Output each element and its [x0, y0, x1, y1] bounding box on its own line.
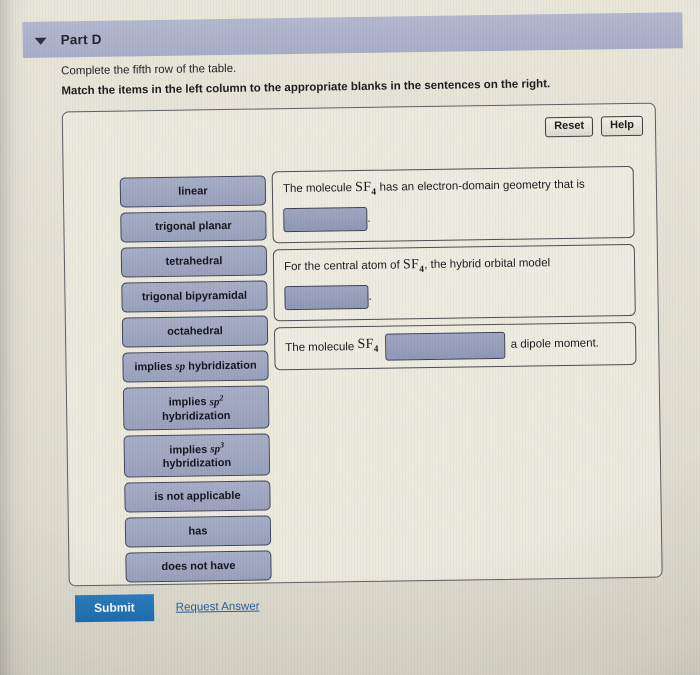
drag-item-trigonal-bipyramidal[interactable]: trigonal bipyramidal	[121, 280, 268, 313]
reset-button[interactable]: Reset	[545, 116, 594, 138]
sentence-1-text-before: The molecule	[282, 182, 353, 196]
instruction-line-1: Complete the fifth row of the table.	[61, 62, 237, 78]
sentence-2-text-before: For the central atom of	[283, 259, 400, 273]
footer-actions: Submit Request Answer	[74, 593, 260, 623]
drag-item-does-not-have[interactable]: does not have	[125, 550, 272, 583]
drop-zone-1[interactable]	[283, 206, 368, 232]
sentence-2: For the central atom of SF4, the hybrid …	[272, 243, 636, 321]
sentence-1-text-after: has an electron-domain geometry that is	[379, 178, 585, 194]
drag-item-trigonal-planar[interactable]: trigonal planar	[120, 210, 267, 243]
sentence-3-text-after: a dipole moment.	[510, 337, 600, 351]
drag-item-is-not-applicable[interactable]: is not applicable	[124, 480, 271, 513]
sentence-1: The molecule SF4 has an electron-domain …	[271, 165, 635, 244]
page-title: Part D	[60, 31, 102, 47]
sentence-3-text-before: The molecule	[285, 340, 355, 354]
sentence-2-formula: SF4	[402, 256, 425, 275]
help-button[interactable]: Help	[601, 115, 644, 137]
request-answer-link[interactable]: Request Answer	[176, 600, 260, 613]
instruction-line-2: Match the items in the left column to th…	[61, 78, 551, 98]
sentence-1-period: .	[367, 210, 371, 225]
drag-item-has[interactable]: has	[124, 515, 272, 548]
sentence-2-blank-row: .	[284, 281, 624, 310]
sentence-2-period: .	[368, 288, 372, 303]
submit-button[interactable]: Submit	[74, 594, 154, 623]
answer-panel: Reset Help linear trigonal planar tetrah…	[61, 102, 663, 587]
triangle-down-icon[interactable]	[34, 37, 47, 45]
sentence-3-formula: SF4	[357, 336, 379, 355]
sentence-1-blank-row: .	[283, 203, 623, 232]
drag-item-column: linear trigonal planar tetrahedral trigo…	[119, 175, 272, 583]
drag-item-implies-sp2-hybridization[interactable]: implies sp2 hybridization	[122, 385, 270, 431]
sentence-3: The molecule SF4 a dipole moment.	[273, 321, 637, 370]
assignment-page: Part D Complete the fifth row of the tab…	[22, 0, 700, 675]
part-header-bar[interactable]: Part D	[22, 12, 683, 58]
drag-item-implies-sp-hybridization[interactable]: implies sp hybridization	[122, 350, 269, 383]
sentence-column: The molecule SF4 has an electron-domain …	[271, 165, 637, 370]
drag-item-tetrahedral[interactable]: tetrahedral	[120, 245, 268, 278]
drop-zone-2[interactable]	[284, 284, 369, 310]
sentence-2-text-after: , the hybrid orbital model	[424, 256, 551, 271]
drop-zone-3[interactable]	[384, 331, 505, 361]
drag-item-linear[interactable]: linear	[119, 175, 267, 208]
drag-item-implies-sp3-hybridization[interactable]: implies sp3 hybridization	[123, 433, 271, 478]
sentence-1-formula: SF4	[355, 179, 377, 198]
drag-item-octahedral[interactable]: octahedral	[121, 315, 269, 348]
panel-toolbar: Reset Help	[545, 115, 644, 138]
screen-photo: Part D Complete the fifth row of the tab…	[0, 0, 700, 675]
